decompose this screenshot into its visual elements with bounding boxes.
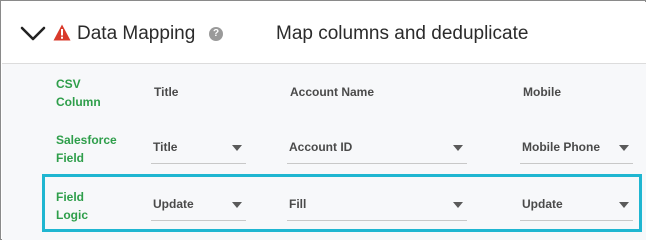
csv-column-title: Title [154,85,179,99]
section-title: Data Mapping [77,23,196,44]
dropdown-caret-icon [232,202,242,208]
field-logic-label: Field Logic [56,190,88,222]
csv-column-label: CSV Column [56,77,101,109]
select-value: Update [153,197,194,211]
salesforce-field-select-title[interactable]: Title [151,134,246,164]
dropdown-caret-icon [619,202,629,208]
panel-header: Data Mapping ? Map columns and deduplica… [2,2,646,64]
dropdown-caret-icon [619,145,629,151]
warning-triangle-icon [53,24,71,41]
csv-column-account-name: Account Name [290,85,375,99]
csv-column-mobile: Mobile [523,85,561,99]
chevron-down-icon[interactable] [20,24,46,42]
section-subtitle: Map columns and deduplicate [276,23,529,44]
dropdown-caret-icon [453,202,463,208]
salesforce-field-select-mobile[interactable]: Mobile Phone [520,134,633,164]
field-logic-select-title[interactable]: Update [151,191,246,221]
data-mapping-panel: Data Mapping ? Map columns and deduplica… [0,0,646,240]
salesforce-field-label: Salesforce Field [56,133,117,165]
select-value: Update [522,197,563,211]
select-value: Title [153,140,178,154]
dropdown-caret-icon [453,145,463,151]
help-circle-icon[interactable]: ? [209,27,223,41]
field-logic-select-mobile[interactable]: Update [520,191,633,221]
select-value: Fill [289,197,307,211]
mapping-table: CSV Column Title Account Name Mobile Sal… [2,64,646,240]
dropdown-caret-icon [232,145,242,151]
select-value: Mobile Phone [522,140,600,154]
select-value: Account ID [289,140,353,154]
salesforce-field-select-account[interactable]: Account ID [287,134,467,164]
field-logic-select-account[interactable]: Fill [287,191,467,221]
